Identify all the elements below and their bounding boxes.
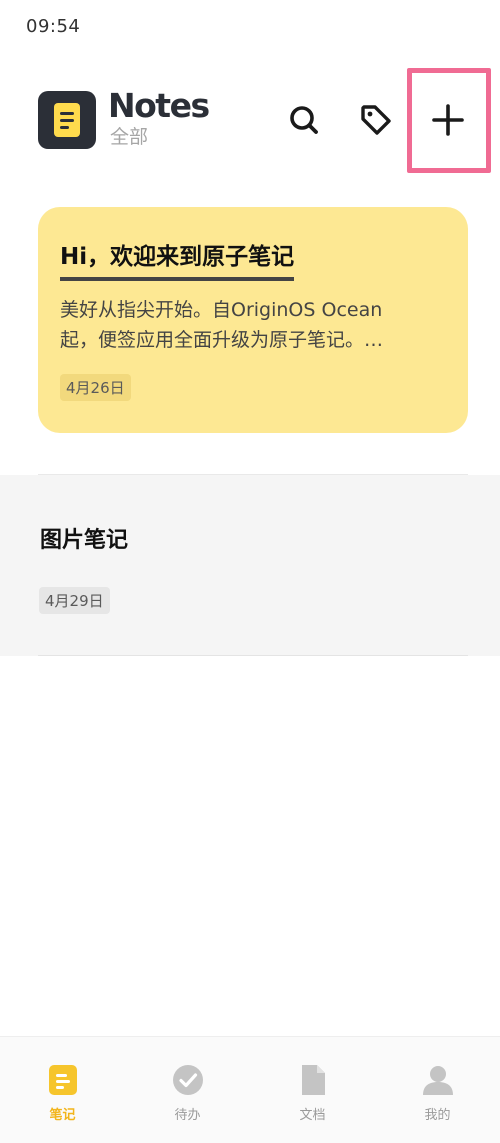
note-title: Hi，欢迎来到原子笔记 xyxy=(60,243,295,281)
nav-label: 待办 xyxy=(174,1108,201,1123)
nav-notes[interactable]: 笔记 xyxy=(0,1037,125,1143)
nav-todo[interactable]: 待办 xyxy=(125,1037,250,1143)
divider xyxy=(38,655,468,656)
nav-label: 笔记 xyxy=(49,1108,76,1123)
nav-documents[interactable]: 文档 xyxy=(250,1037,375,1143)
notes-screen: 09:54 Notes 全部 Hi，欢迎来到原子笔记 美好从指尖开始。自Orig… xyxy=(0,0,500,1143)
search-icon xyxy=(290,106,318,134)
note-card[interactable]: 图片笔记 4月29日 xyxy=(0,475,500,656)
note-card[interactable]: Hi，欢迎来到原子笔记 美好从指尖开始。自OriginOS Ocean 起，便签… xyxy=(38,207,468,433)
status-bar: 09:54 xyxy=(0,0,500,52)
tag-icon xyxy=(361,105,391,135)
app-title: Notes xyxy=(108,86,210,125)
check-circle-icon xyxy=(173,1065,203,1095)
search-button[interactable] xyxy=(280,96,328,144)
nav-profile[interactable]: 我的 xyxy=(375,1037,500,1143)
nav-label: 我的 xyxy=(424,1108,451,1123)
app-logo xyxy=(38,91,96,149)
note-preview: 美好从指尖开始。自OriginOS Ocean 起，便签应用全面升级为原子笔记。… xyxy=(60,299,384,351)
highlight-box xyxy=(407,68,491,173)
nav-label: 文档 xyxy=(299,1108,326,1123)
bottom-nav: 笔记 待办 文档 我的 xyxy=(0,1036,500,1143)
tag-button[interactable] xyxy=(352,96,400,144)
document-icon xyxy=(302,1065,325,1095)
note-date: 4月26日 xyxy=(60,374,131,401)
status-time: 09:54 xyxy=(26,16,81,37)
note-date: 4月29日 xyxy=(39,587,110,614)
note-title: 图片笔记 xyxy=(40,528,129,553)
note-icon xyxy=(49,1065,77,1095)
folder-filter-label[interactable]: 全部 xyxy=(110,126,148,148)
person-icon xyxy=(423,1066,453,1095)
